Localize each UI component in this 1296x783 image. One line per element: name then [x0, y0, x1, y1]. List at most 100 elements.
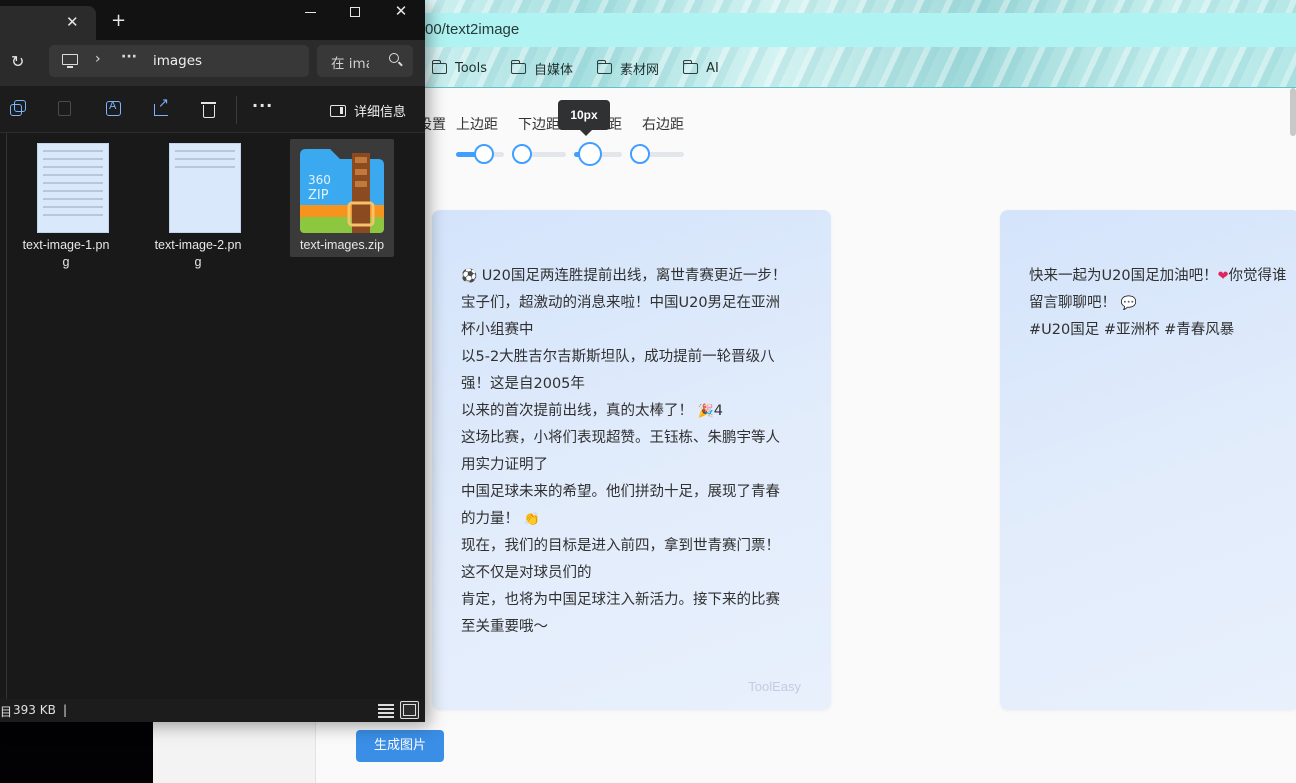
file-item-text-images-zip[interactable]: 360 ZIP text-images.zip	[290, 139, 394, 257]
new-tab-button[interactable]: +	[111, 10, 126, 31]
page-divider	[315, 722, 316, 783]
image-thumbnail	[169, 143, 241, 233]
right-margin-label: 右边距	[642, 117, 684, 133]
card-line: 这场比赛，小将们表现超赞。王钰栋、朱鹏宇等人	[461, 430, 780, 446]
current-folder[interactable]: images	[153, 53, 202, 69]
this-pc-icon[interactable]	[62, 54, 78, 68]
search-icon[interactable]	[389, 53, 399, 63]
maximize-button[interactable]	[345, 2, 365, 22]
right-margin-slider[interactable]	[630, 144, 684, 164]
minimize-icon	[304, 11, 316, 13]
card-line: #U20国足 #亚洲杯 #青春风暴	[1029, 322, 1235, 338]
folder-icon	[682, 59, 699, 74]
card-line: 现在，我们的目标是进入前四，拿到世青赛门票！	[461, 538, 780, 554]
explorer-address-bar[interactable]: › ··· images	[49, 45, 309, 77]
card-line: 宝子们，超激动的消息来啦！中国U20男足在亚洲	[461, 295, 781, 311]
party-popper-icon: 🎉	[697, 404, 714, 419]
page-sidebar-area	[153, 722, 315, 783]
bookmark-ai[interactable]: AI	[682, 59, 719, 76]
explorer-navbar: ↻ › ··· images 在 images 中搜索	[0, 40, 425, 86]
details-label: 详细信息	[354, 105, 407, 120]
status-separator: |	[63, 703, 68, 717]
more-path-icon[interactable]: ···	[121, 49, 137, 65]
explorer-tab[interactable]: ✕	[0, 6, 96, 40]
file-name: text-images.zip	[299, 238, 385, 252]
slider-handle[interactable]	[630, 144, 650, 164]
slider-handle[interactable]	[474, 144, 494, 164]
desktop-area	[0, 722, 153, 783]
tiles-view-icon[interactable]	[400, 701, 419, 719]
generate-image-button[interactable]: 生成图片	[356, 730, 444, 762]
slider-handle[interactable]	[512, 144, 532, 164]
file-list: text-image-1.pn g text-image-2.pn g 360 ZI…	[0, 133, 425, 699]
explorer-statusbar: 目 393 KB |	[0, 699, 425, 722]
file-item-text-image-1[interactable]: text-image-1.pn g	[14, 139, 118, 269]
search-input[interactable]: 在 images 中搜索	[331, 52, 369, 72]
card-line: 杯小组赛中	[461, 322, 534, 338]
folder-icon	[510, 59, 527, 74]
refresh-icon[interactable]: ↻	[11, 52, 24, 71]
file-item-text-image-2[interactable]: text-image-2.pn g	[146, 139, 250, 269]
card-line: 以来的首次提前出线，真的太棒了！ 🎉4	[461, 398, 806, 425]
card-line: 强！这是自2005年	[461, 376, 585, 392]
bookmark-tools[interactable]: Tools	[431, 59, 487, 76]
preview-card-1: ⚽ U20国足两连胜提前出线，离世青赛更近一步！ 宝子们，超激动的消息来啦！中国…	[432, 210, 831, 710]
card-line: 留言聊聊吧！ 💬	[1029, 290, 1296, 317]
bottom-margin-slider[interactable]	[512, 144, 566, 164]
bookmarks-bar: Tools 自媒体 素材网 AI	[431, 58, 743, 78]
card-line: 中国足球未来的希望。他们拼劲十足，展现了青春	[461, 484, 780, 500]
close-tab-icon[interactable]: ✕	[66, 13, 79, 31]
folder-icon	[431, 59, 447, 74]
url-text[interactable]: 00/text2image	[425, 21, 519, 38]
details-view-icon[interactable]	[378, 702, 394, 718]
maximize-icon	[350, 7, 360, 17]
share-icon[interactable]	[154, 96, 169, 116]
left-margin-label-partial: 距	[608, 117, 622, 133]
clapping-hands-icon: 👏	[523, 512, 540, 527]
status-item-count-partial: 目	[0, 705, 13, 719]
card-line: ⚽ U20国足两连胜提前出线，离世青赛更近一步！	[461, 263, 806, 290]
card-line: 至关重要哦～	[461, 619, 548, 635]
bookmark-sucaiwang[interactable]: 素材网	[596, 59, 659, 78]
watermark: ToolEasy	[748, 679, 801, 694]
copy-icon[interactable]	[10, 100, 26, 116]
chevron-right-icon[interactable]: ›	[95, 51, 101, 67]
svg-text:360: 360	[308, 173, 331, 187]
slider-tooltip: 10px	[558, 100, 610, 136]
paste-icon	[58, 101, 71, 116]
top-margin-slider[interactable]	[456, 144, 504, 164]
card-line: 的力量！ 👏	[461, 506, 806, 533]
explorer-search[interactable]: 在 images 中搜索	[317, 45, 413, 77]
card-line: 肯定，也将为中国足球注入新活力。接下来的比赛	[461, 592, 780, 608]
speech-bubble-icon: 💬	[1120, 296, 1137, 311]
left-margin-slider[interactable]	[574, 142, 622, 166]
delete-icon[interactable]	[201, 102, 216, 118]
status-selected-size: 393 KB	[13, 703, 56, 717]
file-explorer-window: ✕ + ✕ ↻ › ··· images 在 images 中搜索 ··· 详细…	[0, 0, 425, 722]
details-pane-icon	[330, 104, 346, 117]
close-window-button[interactable]: ✕	[391, 1, 411, 21]
image-thumbnail	[37, 143, 109, 233]
bookmark-zimeiti[interactable]: 自媒体	[510, 59, 573, 78]
card-text: ⚽ U20国足两连胜提前出线，离世青赛更近一步！ 宝子们，超激动的消息来啦！中国…	[461, 263, 806, 641]
explorer-toolbar: ··· 详细信息	[0, 86, 425, 133]
more-options-icon[interactable]: ···	[252, 96, 273, 115]
toolbar-separator	[236, 96, 237, 124]
details-pane-button[interactable]: 详细信息	[330, 101, 406, 120]
card-line: 以5-2大胜吉尔吉斯斯坦队，成功提前一轮晋级八	[461, 349, 775, 365]
soccer-ball-icon: ⚽	[461, 269, 478, 284]
file-name: text-image-1.pn g	[22, 238, 110, 269]
page-scrollbar[interactable]	[1290, 88, 1296, 136]
rename-icon[interactable]	[106, 100, 121, 116]
navigation-pane-edge	[6, 133, 7, 699]
file-name: text-image-2.pn g	[154, 238, 242, 269]
svg-text:ZIP: ZIP	[308, 188, 329, 203]
heart-icon: ❤	[1217, 269, 1229, 284]
top-margin-label: 上边距	[456, 117, 498, 133]
card-line: 这不仅是对球员们的	[461, 565, 592, 581]
card-text: 快来一起为U20国足加油吧！❤你觉得谁 留言聊聊吧！ 💬 #U20国足 #亚洲杯…	[1029, 263, 1296, 344]
slider-handle[interactable]	[578, 142, 602, 166]
folder-icon	[596, 59, 613, 74]
minimize-button[interactable]	[300, 2, 320, 22]
card-line: 用实力证明了	[461, 457, 548, 473]
